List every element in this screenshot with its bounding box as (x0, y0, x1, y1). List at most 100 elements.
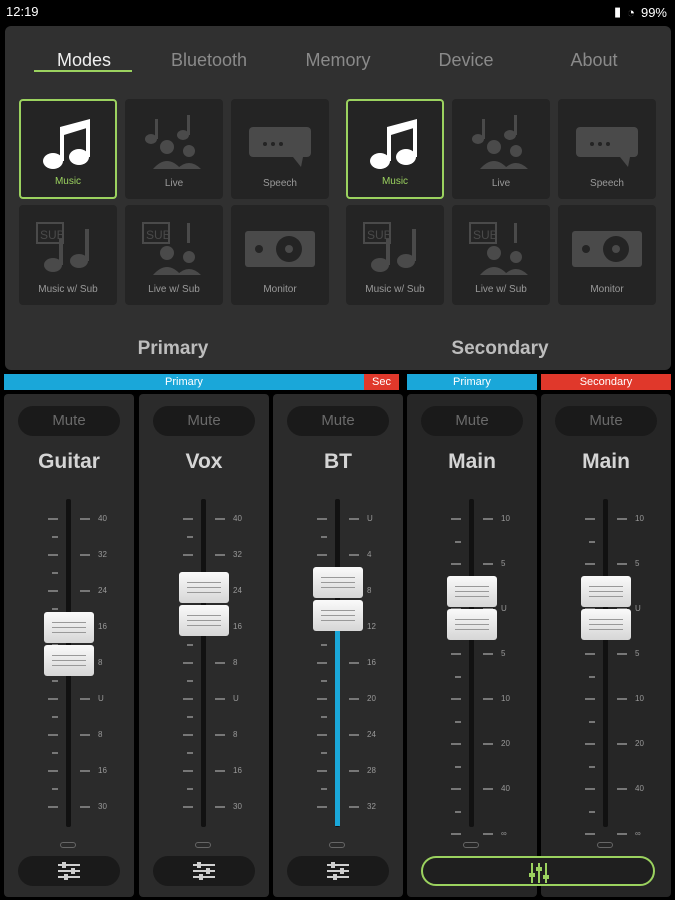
scale-tick (80, 806, 90, 808)
scale-tick (451, 698, 461, 700)
secondary-mode-music[interactable]: Music (346, 99, 444, 199)
fader-track[interactable] (603, 499, 608, 827)
scale-tick (617, 698, 627, 700)
scale-minor-tick (321, 680, 327, 682)
fader-level-fill (335, 630, 340, 826)
scale-label: 5 (501, 559, 506, 568)
secondary-mode-monitor[interactable]: Monitor (558, 205, 656, 305)
fader-knob[interactable] (313, 567, 363, 631)
mute-button[interactable]: Mute (555, 406, 657, 436)
scale-tick (317, 698, 327, 700)
mode-label: Monitor (263, 284, 297, 295)
scale-label: 32 (98, 550, 107, 559)
secondary-mode-music-sub[interactable]: SUB Music w/ Sub (346, 205, 444, 305)
scale-tick (451, 653, 461, 655)
monitor-icon (245, 231, 315, 267)
scale-label: U (233, 694, 239, 703)
scale-minor-tick (321, 716, 327, 718)
primary-mode-live-sub[interactable]: SUB Live w/ Sub (125, 205, 223, 305)
scale-tick (317, 662, 327, 664)
scale-label: 16 (233, 622, 242, 631)
speech-icon (576, 127, 638, 167)
secondary-section-label: Secondary (451, 338, 549, 359)
knob-grip-line (321, 587, 355, 588)
tab-bluetooth[interactable]: Bluetooth (154, 50, 264, 71)
scale-minor-tick (52, 608, 58, 610)
fader-knob-cap (313, 567, 363, 598)
tab-about[interactable]: About (539, 50, 649, 71)
scale-tick (349, 698, 359, 700)
channel-name: Main (448, 450, 496, 473)
scale-tick (48, 590, 58, 592)
mute-button[interactable]: Mute (153, 406, 255, 436)
sliders-icon (327, 862, 349, 880)
knob-grip-line (187, 592, 221, 593)
channel-settings-button[interactable] (153, 856, 255, 886)
secondary-mode-live[interactable]: Live (452, 99, 550, 199)
master-link-button[interactable] (421, 856, 655, 886)
fader-knob[interactable] (179, 572, 229, 636)
scale-tick (617, 743, 627, 745)
scale-minor-tick (321, 644, 327, 646)
scale-tick (585, 743, 595, 745)
scale-tick (183, 662, 193, 664)
fader-knob[interactable] (447, 576, 497, 640)
tab-modes[interactable]: Modes (29, 50, 139, 71)
channel-settings-button[interactable] (18, 856, 120, 886)
fader-track[interactable] (201, 499, 206, 827)
secondary-mode-live-sub[interactable]: SUB Live w/ Sub (452, 205, 550, 305)
status-icons: ▮ ◔ 99% (614, 4, 667, 20)
tab-device[interactable]: Device (411, 50, 521, 71)
knob-grip-line (455, 586, 489, 587)
knob-grip-line (455, 591, 489, 592)
scale-label: 5 (635, 649, 640, 658)
mute-button[interactable]: Mute (18, 406, 120, 436)
fader-track[interactable] (469, 499, 474, 827)
primary-mode-grid: Music Live Speech SUB Music w/ Sub SUB L… (17, 99, 335, 307)
fader-knob[interactable] (581, 576, 631, 640)
secondary-master-bus-bar: Secondary (541, 374, 671, 390)
scale-tick (48, 734, 58, 736)
primary-mode-live[interactable]: Live (125, 99, 223, 199)
knob-grip-line (187, 620, 221, 621)
mute-button[interactable]: Mute (421, 406, 523, 436)
sec-bus-bar: Sec (364, 374, 399, 390)
scale-tick (215, 734, 225, 736)
scale-tick (585, 788, 595, 790)
tab-memory[interactable]: Memory (283, 50, 393, 71)
scale-label: 8 (233, 730, 238, 739)
scale-tick (48, 806, 58, 808)
primary-mode-music-sub[interactable]: SUB Music w/ Sub (19, 205, 117, 305)
scale-label: 40 (233, 514, 242, 523)
knob-grip-line (321, 582, 355, 583)
scale-tick (317, 554, 327, 556)
scale-tick (317, 518, 327, 520)
peak-indicator (463, 842, 479, 848)
scale-label: 10 (635, 694, 644, 703)
scale-tick (451, 788, 461, 790)
primary-mode-speech[interactable]: Speech (231, 99, 329, 199)
scale-label: 30 (233, 802, 242, 811)
fader-knob[interactable] (44, 612, 94, 676)
mode-label: Speech (263, 178, 297, 189)
secondary-mode-speech[interactable]: Speech (558, 99, 656, 199)
scale-tick (183, 554, 193, 556)
scale-minor-tick (52, 572, 58, 574)
channel-settings-button[interactable] (287, 856, 389, 886)
scale-tick (183, 698, 193, 700)
knob-grip-line (589, 629, 623, 630)
scale-minor-tick (589, 675, 595, 678)
scale-minor-tick (321, 752, 327, 754)
scale-minor-tick (455, 675, 461, 678)
channel-strip-3: Mute BT U 4 8 12 16 20 24 28 32 (273, 394, 403, 897)
scale-minor-tick (52, 536, 58, 538)
primary-section-label: Primary (137, 338, 209, 359)
link-faders-icon (529, 863, 549, 883)
mute-button[interactable]: Mute (287, 406, 389, 436)
tab-bar: Modes Bluetooth Memory Device About (5, 26, 671, 96)
primary-mode-music[interactable]: Music (19, 99, 117, 199)
primary-mode-monitor[interactable]: Monitor (231, 205, 329, 305)
live-sub-icon: SUB (142, 222, 201, 275)
scale-label: 20 (367, 694, 376, 703)
knob-grip-line (589, 624, 623, 625)
